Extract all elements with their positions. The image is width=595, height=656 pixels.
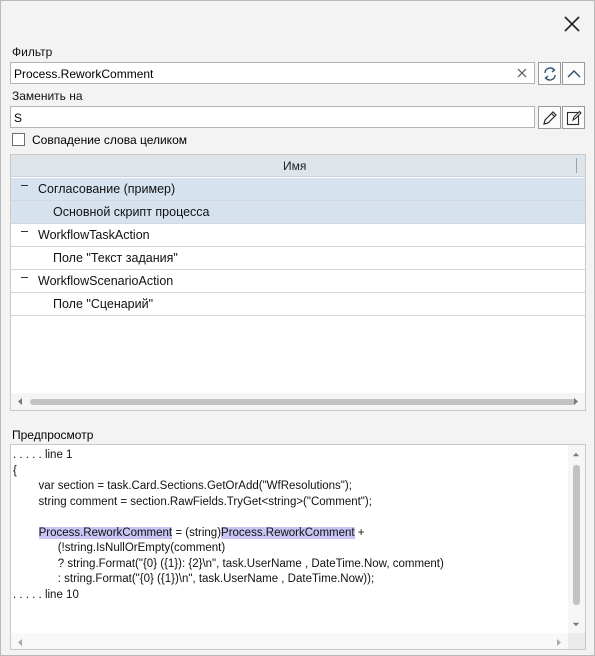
- refresh-button[interactable]: [538, 62, 561, 85]
- tree-row-label: WorkflowScenarioAction: [38, 274, 174, 288]
- replace-input[interactable]: [14, 110, 509, 125]
- close-icon: [564, 16, 580, 32]
- clear-filter-button[interactable]: [515, 66, 529, 80]
- collapse-toggle-icon[interactable]: [21, 185, 28, 186]
- replace-label: Заменить на: [12, 89, 83, 103]
- scroll-up-icon[interactable]: [572, 450, 580, 459]
- close-button[interactable]: [557, 9, 587, 39]
- collapse-toggle-icon[interactable]: [21, 277, 28, 278]
- pencil-icon: [543, 111, 557, 125]
- scroll-right-icon[interactable]: [572, 397, 580, 406]
- tree-row-label: Поле "Сценарий": [53, 297, 154, 311]
- tree-row[interactable]: Основной скрипт процесса: [11, 201, 585, 224]
- collapse-toggle-icon[interactable]: [21, 231, 28, 232]
- preview-label: Предпросмотр: [12, 428, 94, 442]
- tree-row[interactable]: WorkflowScenarioAction: [11, 270, 585, 293]
- scroll-corner: [568, 633, 585, 649]
- code-line: ? string.Format("{0} ({1}): {2}\n", task…: [13, 557, 444, 570]
- scroll-left-icon[interactable]: [16, 638, 24, 647]
- tree-row-label: Согласование (пример): [38, 182, 176, 196]
- tree-row[interactable]: WorkflowTaskAction: [11, 224, 585, 247]
- grid-horizontal-scrollbar[interactable]: [11, 393, 585, 410]
- replace-field[interactable]: [10, 106, 535, 128]
- code-line: : string.Format("{0} ({1})\n", task.User…: [13, 573, 375, 585]
- tree-row-label: Поле "Текст задания": [53, 251, 178, 265]
- preview-horizontal-scrollbar[interactable]: [11, 633, 568, 649]
- tree-row[interactable]: Поле "Текст задания": [11, 247, 585, 270]
- column-header-name[interactable]: Имя: [283, 159, 306, 173]
- grid-scroll-thumb[interactable]: [30, 399, 576, 405]
- code-line: . . . . . line 10: [13, 588, 79, 601]
- whole-word-label: Совпадение слова целиком: [32, 133, 187, 147]
- edit-button[interactable]: [538, 106, 561, 129]
- replace-dialog: Фильтр Заменить на: [0, 0, 595, 656]
- preview-code: . . . . . line 1 { var section = task.Ca…: [13, 448, 444, 603]
- tree-row-label: Основной скрипт процесса: [53, 205, 210, 219]
- search-match-highlight: Process.ReworkComment: [221, 526, 355, 539]
- chevron-up-icon: [567, 70, 581, 78]
- column-separator[interactable]: [576, 158, 577, 173]
- tree-row[interactable]: Поле "Сценарий": [11, 293, 585, 316]
- preview-editor[interactable]: . . . . . line 1 { var section = task.Ca…: [10, 444, 586, 650]
- scroll-right-icon[interactable]: [555, 638, 563, 647]
- code-text: +: [354, 526, 365, 539]
- clear-icon: [517, 68, 527, 78]
- tree-row[interactable]: Согласование (пример): [11, 178, 585, 201]
- scroll-down-icon[interactable]: [572, 620, 580, 629]
- results-grid: Имя Согласование (пример) Основной скрип…: [10, 154, 586, 411]
- edit-document-icon: [566, 110, 582, 126]
- filter-label: Фильтр: [12, 45, 53, 59]
- code-line: . . . . . line 1: [13, 449, 73, 461]
- code-line: (!string.IsNullOrEmpty(comment): [13, 542, 226, 554]
- tree-row-label: WorkflowTaskAction: [38, 228, 150, 242]
- refresh-icon: [544, 67, 556, 81]
- filter-input[interactable]: [14, 66, 509, 81]
- filter-field[interactable]: [10, 62, 535, 84]
- scroll-left-icon[interactable]: [16, 397, 24, 406]
- whole-word-checkbox[interactable]: [12, 133, 25, 146]
- search-match-highlight: Process.ReworkComment: [38, 526, 173, 539]
- preview-vertical-scrollbar[interactable]: [568, 445, 585, 633]
- code-line: string comment = section.RawFields.TryGe…: [13, 495, 372, 508]
- preview-scroll-thumb[interactable]: [573, 465, 580, 605]
- code-line: {: [13, 464, 17, 477]
- grid-header: Имя: [11, 155, 585, 177]
- collapse-button[interactable]: [562, 62, 585, 85]
- code-line: var section = task.Card.Sections.GetOrAd…: [13, 480, 352, 492]
- edit-text-button[interactable]: [562, 106, 585, 129]
- code-text: = (string): [172, 526, 222, 539]
